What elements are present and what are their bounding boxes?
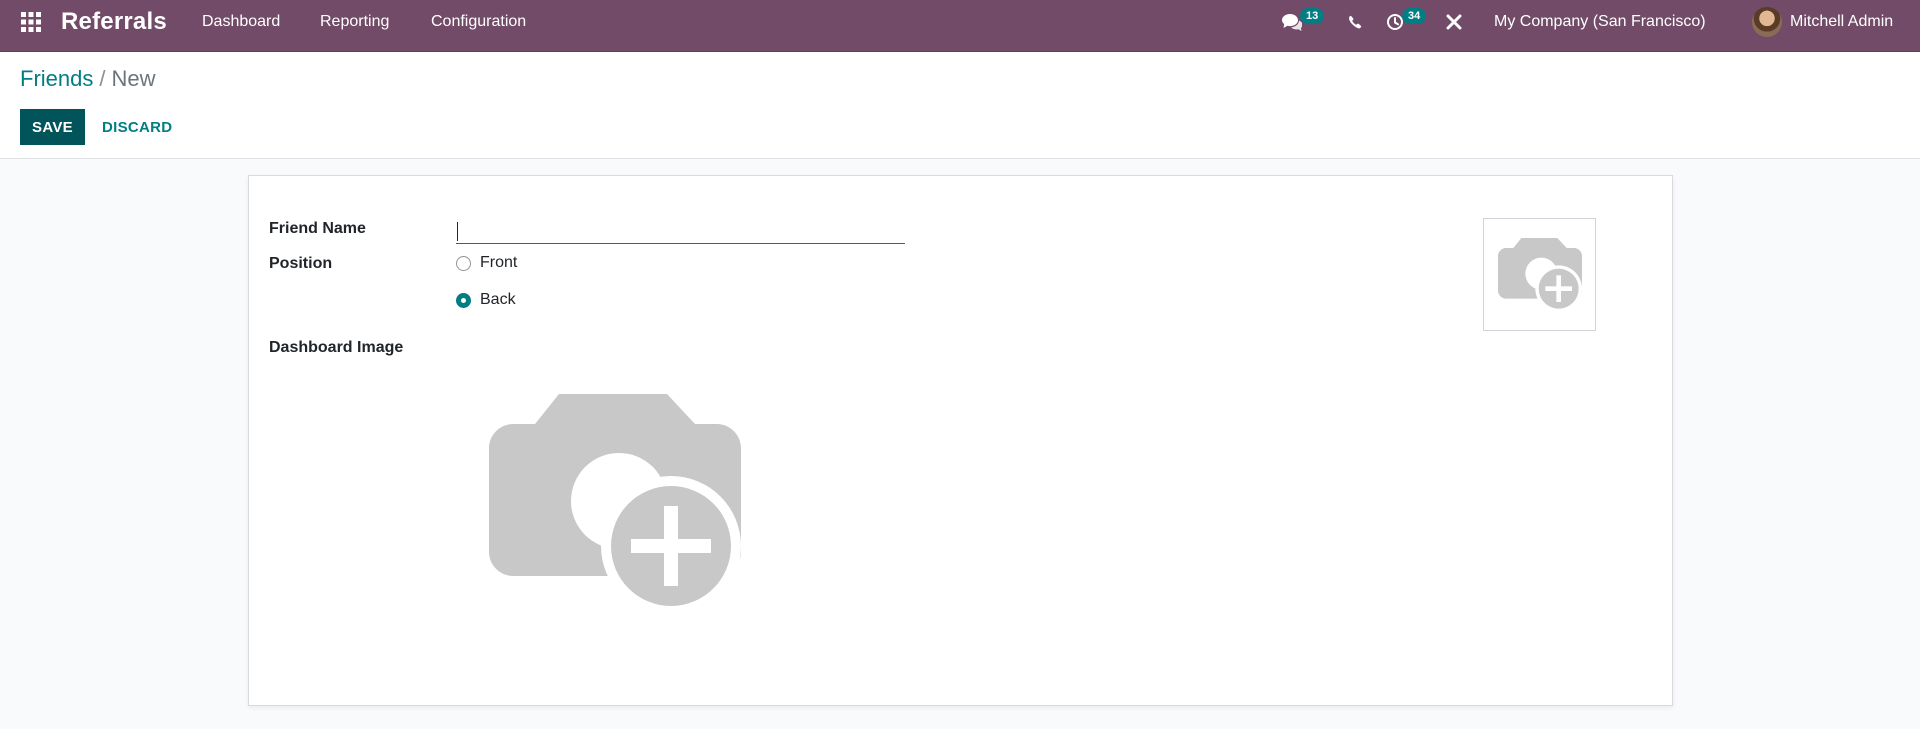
app-title[interactable]: Referrals [61,0,167,44]
breadcrumb: Friends / New [20,66,156,92]
radio-front[interactable] [456,255,471,271]
user-menu[interactable]: Mitchell Admin [1752,0,1893,44]
debug-tools-button[interactable] [1446,0,1462,44]
phone-button[interactable] [1348,0,1362,44]
chat-icon [1282,14,1302,31]
breadcrumb-parent[interactable]: Friends [20,66,93,92]
friend-image-upload[interactable] [1483,218,1596,331]
discard-button[interactable]: DISCARD [96,109,178,145]
activities-count-badge: 34 [1402,8,1427,24]
menu-configuration[interactable]: Configuration [431,0,526,44]
company-switcher[interactable]: My Company (San Francisco) [1494,0,1706,44]
radio-front-label: Front [480,254,518,271]
position-option-back[interactable]: Back [456,291,516,309]
dashboard-image-upload[interactable] [489,394,741,616]
apps-menu-button[interactable] [20,0,42,44]
top-navbar: Referrals Dashboard Reporting Configurat… [0,0,1920,52]
user-name: Mitchell Admin [1790,13,1894,30]
breadcrumb-separator: / [99,66,106,91]
control-panel: Friends / New SAVE DISCARD [0,52,1920,159]
radio-back-label: Back [480,291,516,308]
camera-plus-icon [489,394,741,616]
phone-icon [1349,15,1362,29]
friend-name-label: Friend Name [269,220,366,237]
menu-reporting[interactable]: Reporting [320,0,389,44]
position-label: Position [269,255,333,272]
dashboard-image-label: Dashboard Image [269,339,404,356]
camera-plus-icon [1497,237,1582,312]
messages-count-badge: 13 [1300,8,1325,24]
grid-icon [21,12,41,32]
friend-name-input[interactable] [456,214,905,244]
messages-button[interactable]: 13 [1282,0,1325,44]
menu-dashboard[interactable]: Dashboard [202,0,280,44]
text-cursor [457,222,458,241]
save-button[interactable]: SAVE [20,109,85,145]
close-icon [1446,14,1462,30]
breadcrumb-current: New [111,66,156,91]
form-sheet: Friend Name Position Front Back Dashboar… [248,175,1673,706]
activities-button[interactable]: 34 [1386,0,1427,44]
position-option-front[interactable]: Front [456,254,517,272]
avatar [1752,7,1782,37]
radio-back[interactable] [456,292,471,308]
